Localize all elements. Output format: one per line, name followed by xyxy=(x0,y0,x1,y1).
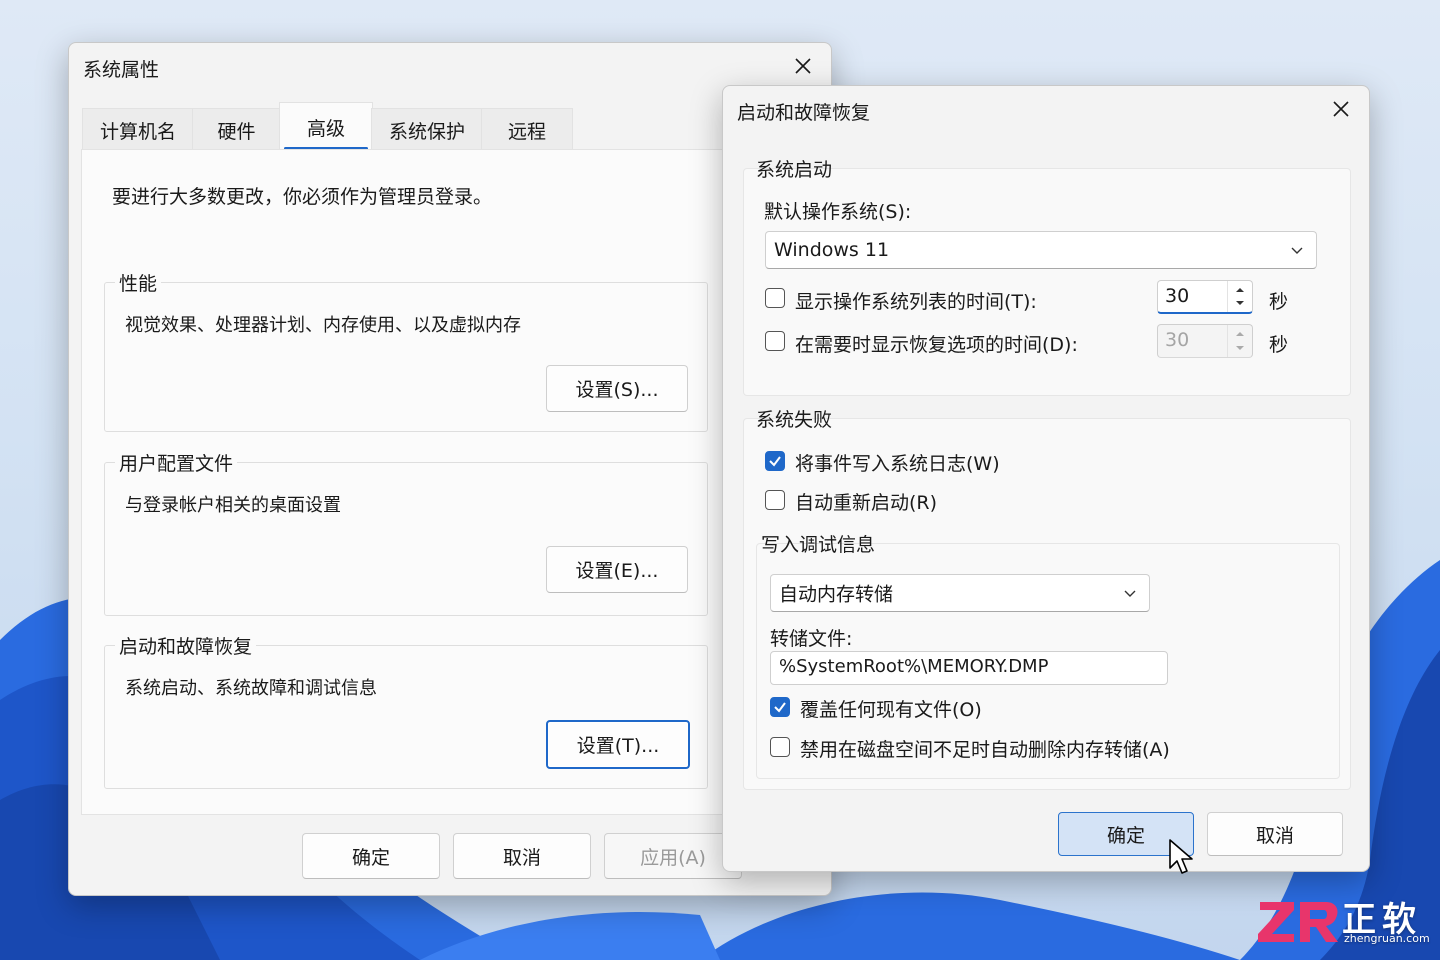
os-list-time-spinner[interactable]: 30 xyxy=(1157,280,1253,314)
title-bar: 系统属性 xyxy=(69,43,831,91)
recovery-time-value: 30 xyxy=(1165,329,1190,351)
window-title: 系统属性 xyxy=(83,59,160,81)
spinner-arrows xyxy=(1227,325,1252,357)
default-os-select[interactable]: Windows 11 xyxy=(765,231,1317,269)
tab-label: 硬件 xyxy=(217,120,256,143)
tab-label: 高级 xyxy=(306,117,345,140)
debug-info-title: 写入调试信息 xyxy=(761,534,876,556)
write-event-label: 将事件写入系统日志(W) xyxy=(795,453,1000,475)
cancel-button[interactable]: 取消 xyxy=(453,833,591,879)
write-event-checkbox[interactable] xyxy=(765,451,785,471)
dump-file-input[interactable]: %SystemRoot%\MEMORY.DMP xyxy=(770,651,1168,685)
tab-advanced[interactable]: 高级 xyxy=(279,102,373,151)
ok-button[interactable]: 确定 xyxy=(302,833,440,879)
chevron-down-icon xyxy=(1291,247,1303,254)
performance-title: 性能 xyxy=(115,269,162,296)
overwrite-checkbox[interactable] xyxy=(770,697,790,717)
system-failure-title: 系统失败 xyxy=(756,409,833,431)
default-os-label: 默认操作系统(S): xyxy=(764,201,912,223)
user-profiles-desc: 与登录帐户相关的桌面设置 xyxy=(125,495,341,516)
show-recovery-checkbox[interactable] xyxy=(765,331,785,351)
spin-down-icon[interactable] xyxy=(1234,344,1246,352)
dump-file-label: 转储文件: xyxy=(770,628,853,650)
show-recovery-label: 在需要时显示恢复选项的时间(D): xyxy=(795,334,1078,356)
title-bar: 启动和故障恢复 xyxy=(723,86,1369,134)
spin-up-icon[interactable] xyxy=(1234,330,1246,338)
user-profiles-title: 用户配置文件 xyxy=(115,449,238,476)
dialog-title: 启动和故障恢复 xyxy=(737,102,871,124)
recovery-time-spinner[interactable]: 30 xyxy=(1157,324,1253,358)
performance-group: 性能 视觉效果、处理器计划、内存使用、以及虚拟内存 设置(S)... xyxy=(104,269,708,432)
close-icon xyxy=(795,58,811,74)
tab-label: 远程 xyxy=(507,120,546,143)
system-properties-window: 系统属性 计算机名 硬件 高级 系统保护 远程 要进行大多数更改，你必须作为管理… xyxy=(68,42,832,896)
user-profiles-settings-button[interactable]: 设置(E)... xyxy=(546,546,688,593)
startup-recovery-group: 启动和故障恢复 系统启动、系统故障和调试信息 设置(T)... xyxy=(104,632,708,789)
show-os-list-checkbox[interactable] xyxy=(765,288,785,308)
show-os-list-label: 显示操作系统列表的时间(T): xyxy=(795,291,1037,313)
startup-recovery-desc: 系统启动、系统故障和调试信息 xyxy=(125,678,377,699)
dump-type-select[interactable]: 自动内存转储 xyxy=(770,574,1150,612)
admin-intro-text: 要进行大多数更改，你必须作为管理员登录。 xyxy=(112,186,493,208)
close-icon xyxy=(1333,101,1349,117)
performance-settings-button[interactable]: 设置(S)... xyxy=(546,365,688,412)
startup-recovery-settings-button[interactable]: 设置(T)... xyxy=(546,720,690,769)
watermark-logo: 正软 zhengruan.com xyxy=(1256,892,1436,952)
dump-file-value: %SystemRoot%\MEMORY.DMP xyxy=(779,656,1049,677)
dump-type-value: 自动内存转储 xyxy=(779,583,894,606)
close-button[interactable] xyxy=(781,47,825,85)
tab-computer-name[interactable]: 计算机名 xyxy=(82,108,194,151)
debug-info-group: 写入调试信息 自动内存转储 转储文件: %SystemRoot%\MEMORY.… xyxy=(756,534,1340,779)
tab-system-protection[interactable]: 系统保护 xyxy=(371,108,483,151)
performance-desc: 视觉效果、处理器计划、内存使用、以及虚拟内存 xyxy=(125,315,521,336)
checkmark-icon xyxy=(769,456,781,467)
watermark-domain: zhengruan.com xyxy=(1344,932,1430,945)
disable-auto-delete-label: 禁用在磁盘空间不足时自动删除内存转储(A) xyxy=(800,739,1170,761)
chevron-down-icon xyxy=(1124,590,1136,597)
advanced-tab-panel: 要进行大多数更改，你必须作为管理员登录。 性能 视觉效果、处理器计划、内存使用、… xyxy=(81,149,793,815)
tab-hardware[interactable]: 硬件 xyxy=(192,108,281,151)
spinner-arrows xyxy=(1227,281,1252,312)
disable-auto-delete-checkbox[interactable] xyxy=(770,737,790,757)
tab-label: 系统保护 xyxy=(388,120,465,143)
startup-recovery-title: 启动和故障恢复 xyxy=(115,632,257,659)
system-startup-group: 系统启动 默认操作系统(S): Windows 11 显示操作系统列表的时间(T… xyxy=(743,159,1351,396)
cancel-button[interactable]: 取消 xyxy=(1207,812,1343,856)
checkmark-icon xyxy=(774,702,786,713)
auto-restart-checkbox[interactable] xyxy=(765,490,785,510)
zr-logo-icon xyxy=(1258,902,1338,942)
tab-label: 计算机名 xyxy=(99,120,176,143)
auto-restart-label: 自动重新启动(R) xyxy=(795,492,938,514)
close-button[interactable] xyxy=(1319,90,1363,128)
spin-up-icon[interactable] xyxy=(1234,286,1246,294)
os-list-time-unit: 秒 xyxy=(1269,291,1289,313)
mouse-cursor-icon xyxy=(1169,839,1193,874)
recovery-time-unit: 秒 xyxy=(1269,334,1289,356)
user-profiles-group: 用户配置文件 与登录帐户相关的桌面设置 设置(E)... xyxy=(104,449,708,616)
tab-remote[interactable]: 远程 xyxy=(481,108,573,151)
overwrite-label: 覆盖任何现有文件(O) xyxy=(800,699,982,721)
os-list-time-value: 30 xyxy=(1165,285,1190,307)
startup-recovery-dialog: 启动和故障恢复 系统启动 默认操作系统(S): Windows 11 显示操作系… xyxy=(722,85,1370,872)
system-startup-title: 系统启动 xyxy=(756,159,833,181)
default-os-value: Windows 11 xyxy=(774,239,890,261)
spin-down-icon[interactable] xyxy=(1234,299,1246,307)
system-failure-group: 系统失败 将事件写入系统日志(W) 自动重新启动(R) 写入调试信息 自动内存转… xyxy=(743,409,1351,790)
